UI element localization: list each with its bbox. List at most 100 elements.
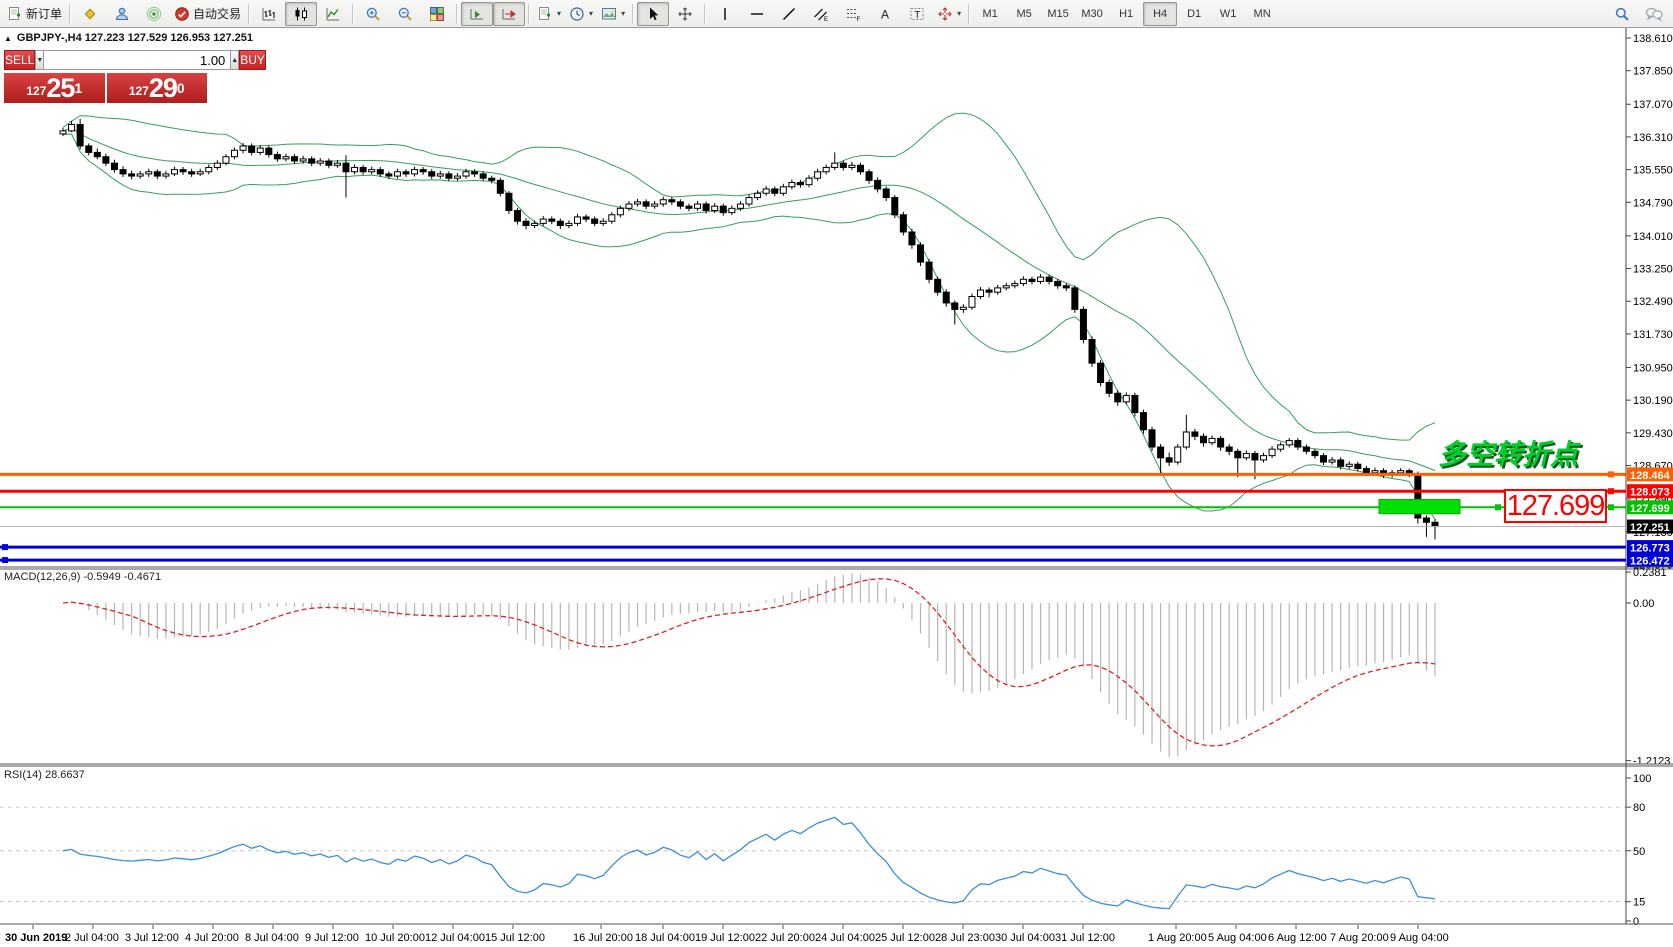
- candle-body[interactable]: [137, 174, 143, 176]
- dropdown-caret-icon[interactable]: ▾: [589, 9, 593, 18]
- candle-body[interactable]: [1295, 441, 1301, 447]
- candle-body[interactable]: [1020, 279, 1026, 283]
- line-handle[interactable]: [2, 544, 8, 550]
- candle-body[interactable]: [1183, 432, 1189, 447]
- candle-body[interactable]: [626, 204, 632, 208]
- candle-body[interactable]: [1321, 456, 1327, 462]
- candle-body[interactable]: [969, 296, 975, 307]
- candle-body[interactable]: [1080, 309, 1086, 339]
- line-chart-button[interactable]: [317, 2, 349, 26]
- tf-mn-button[interactable]: MN: [1245, 2, 1279, 26]
- candle-body[interactable]: [952, 303, 958, 309]
- candle-body[interactable]: [840, 163, 846, 167]
- line-handle[interactable]: [1608, 488, 1614, 494]
- candle-body[interactable]: [1372, 471, 1378, 473]
- line-handle[interactable]: [1608, 504, 1614, 510]
- candle-body[interactable]: [120, 170, 126, 174]
- candle-body[interactable]: [1106, 383, 1112, 394]
- candle-body[interactable]: [454, 176, 460, 178]
- candle-body[interactable]: [806, 178, 812, 184]
- candle-body[interactable]: [352, 167, 358, 171]
- add-indicator-button[interactable]: ▾: [533, 2, 565, 26]
- candle-body[interactable]: [60, 131, 66, 134]
- candle-body[interactable]: [1346, 464, 1352, 466]
- candle-body[interactable]: [1312, 451, 1318, 455]
- candle-body[interactable]: [1072, 288, 1078, 310]
- candle-body[interactable]: [480, 174, 486, 178]
- candle-body[interactable]: [223, 157, 229, 163]
- candle-body[interactable]: [729, 208, 735, 212]
- signals-button[interactable]: [138, 2, 170, 26]
- candle-body[interactable]: [549, 219, 555, 221]
- turning-point-annotation[interactable]: 多空转折点: [1438, 433, 1578, 473]
- candle-body[interactable]: [557, 221, 563, 225]
- candle-body[interactable]: [943, 292, 949, 303]
- dropdown-caret-icon[interactable]: ▾: [957, 9, 961, 18]
- collapse-arrow-icon[interactable]: ▲: [4, 34, 12, 43]
- candle-body[interactable]: [163, 174, 169, 176]
- candle-body[interactable]: [1398, 471, 1404, 473]
- price-callout-box[interactable]: 127.699: [1504, 489, 1607, 523]
- candle-body[interactable]: [540, 219, 546, 223]
- candle-body[interactable]: [1098, 363, 1104, 382]
- dropdown-caret-icon[interactable]: ▾: [557, 9, 561, 18]
- candle-body[interactable]: [1252, 453, 1258, 459]
- candle-body[interactable]: [600, 221, 606, 223]
- candle-body[interactable]: [69, 124, 75, 130]
- candle-body[interactable]: [1115, 393, 1121, 402]
- candle-body[interactable]: [823, 167, 829, 171]
- candle-body[interactable]: [154, 172, 160, 176]
- line-handle[interactable]: [1495, 504, 1501, 510]
- candle-body[interactable]: [420, 170, 426, 172]
- tf-m5-button[interactable]: M5: [1007, 2, 1041, 26]
- candle-body[interactable]: [575, 217, 581, 223]
- candle-body[interactable]: [129, 174, 135, 176]
- zoom-in-button[interactable]: [357, 2, 389, 26]
- date-axis[interactable]: 30 Jun 20192 Jul 04:003 Jul 12:004 Jul 2…: [5, 925, 1449, 944]
- candle-body[interactable]: [334, 163, 340, 165]
- candle-body[interactable]: [1140, 413, 1146, 430]
- candle-body[interactable]: [1063, 286, 1069, 288]
- candle-body[interactable]: [1200, 436, 1206, 442]
- vertical-line-button[interactable]: [709, 2, 741, 26]
- candle-body[interactable]: [935, 279, 941, 292]
- candle-body[interactable]: [1158, 447, 1164, 458]
- candle-body[interactable]: [343, 163, 349, 172]
- tf-m15-button[interactable]: M15: [1041, 2, 1075, 26]
- tf-m1-button[interactable]: M1: [973, 2, 1007, 26]
- candle-body[interactable]: [677, 202, 683, 206]
- candle-body[interactable]: [309, 159, 315, 163]
- auto-scroll-button[interactable]: [461, 2, 493, 26]
- highlight-rectangle[interactable]: [1379, 500, 1460, 514]
- candle-body[interactable]: [171, 170, 177, 174]
- candle-body[interactable]: [978, 290, 984, 296]
- bar-chart-button[interactable]: [253, 2, 285, 26]
- candle-body[interactable]: [1166, 458, 1172, 462]
- candle-body[interactable]: [437, 174, 443, 176]
- candle-body[interactable]: [1269, 449, 1275, 455]
- candle-body[interactable]: [86, 146, 92, 152]
- candle-body[interactable]: [292, 157, 298, 161]
- candle-body[interactable]: [403, 172, 409, 174]
- candle-body[interactable]: [326, 161, 332, 165]
- horizontal-line-button[interactable]: [741, 2, 773, 26]
- candle-body[interactable]: [189, 172, 195, 174]
- candle-body[interactable]: [866, 172, 872, 181]
- line-handle[interactable]: [2, 557, 8, 563]
- candle-body[interactable]: [720, 206, 726, 212]
- candle-body[interactable]: [394, 172, 400, 176]
- tf-w1-button[interactable]: W1: [1211, 2, 1245, 26]
- candle-body[interactable]: [686, 206, 692, 208]
- candle-body[interactable]: [737, 204, 743, 208]
- candle-body[interactable]: [317, 161, 323, 163]
- candle-chart-button[interactable]: [285, 2, 317, 26]
- hline-objects[interactable]: [0, 471, 1626, 563]
- tf-m30-button[interactable]: M30: [1075, 2, 1109, 26]
- candle-body[interactable]: [1432, 522, 1438, 526]
- candle-body[interactable]: [857, 165, 863, 171]
- candle-body[interactable]: [1218, 438, 1224, 447]
- candle-body[interactable]: [1226, 447, 1232, 451]
- candle-body[interactable]: [883, 189, 889, 198]
- tf-h1-button[interactable]: H1: [1109, 2, 1143, 26]
- candle-body[interactable]: [815, 172, 821, 178]
